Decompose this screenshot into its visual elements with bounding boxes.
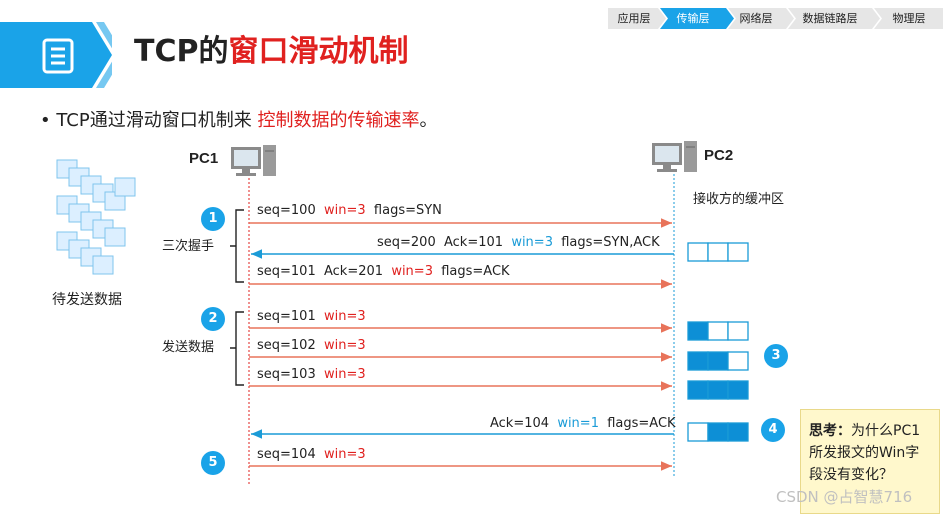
handshake-bracket	[230, 209, 244, 283]
send-data-label: 发送数据	[162, 340, 215, 355]
send-bracket	[230, 311, 244, 386]
step-4-badge: 4	[761, 418, 785, 442]
msg-seq102: seq=102 win=3	[257, 338, 366, 353]
msg-ack104: Ack=104 win=1 flags=ACK	[490, 416, 676, 431]
msg-syn: seq=100 win=3 flags=SYN	[257, 203, 442, 218]
step-1-badge: 1	[201, 207, 225, 231]
msg-seq103: seq=103 win=3	[257, 367, 366, 382]
watermark: CSDN @占智慧716	[776, 488, 913, 506]
step-5-badge: 5	[201, 451, 225, 475]
msg-syn-ack: seq=200 Ack=101 win=3 flags=SYN,ACK	[377, 235, 660, 250]
msg-ack: seq=101 Ack=201 win=3 flags=ACK	[257, 264, 510, 279]
msg-seq104: seq=104 win=3	[257, 447, 366, 462]
msg-seq101: seq=101 win=3	[257, 309, 366, 324]
step-3-badge: 3	[764, 344, 788, 368]
step-2-badge: 2	[201, 307, 225, 331]
handshake-label: 三次握手	[162, 239, 215, 254]
